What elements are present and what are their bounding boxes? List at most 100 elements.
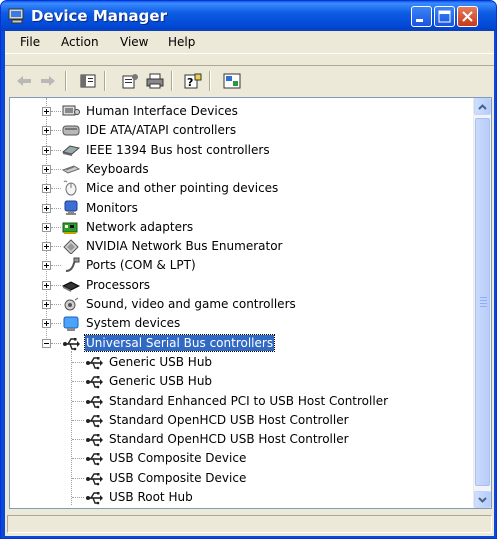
tree-item-label: Mice and other pointing devices [86, 181, 279, 196]
tree-item[interactable]: Mice and other pointing devices [10, 179, 470, 198]
expand-button[interactable] [42, 164, 51, 174]
tree-child-item[interactable]: USB Composite Device [10, 449, 470, 468]
usb-icon [86, 434, 103, 447]
tree-item-label: Keyboards [86, 161, 149, 176]
expand-button[interactable] [42, 126, 51, 136]
usb-icon [86, 414, 103, 428]
tree-child-item[interactable]: Standard OpenHCD USB Host Controller [10, 411, 470, 430]
tree-item[interactable]: Monitors [10, 199, 470, 218]
tree-item-label: Ports (COM & LPT) [86, 258, 196, 273]
menu-bar: File Action View Help [5, 31, 494, 54]
scroll-thumb[interactable] [475, 118, 490, 486]
tree-item[interactable]: Sound, video and game controllers [10, 295, 470, 314]
close-button[interactable] [457, 6, 478, 27]
tree-item[interactable]: System devices [10, 314, 470, 333]
toolbar-separator [65, 71, 67, 91]
usb-icon [63, 337, 80, 350]
tree-item[interactable]: Human Interface Devices [10, 102, 470, 121]
help-icon: ? [184, 73, 202, 89]
tree-connector [51, 284, 61, 286]
expand-button[interactable] [42, 300, 51, 309]
nvidia-bus-icon [63, 239, 79, 255]
chevron-up-icon [478, 103, 487, 110]
forward-button[interactable] [37, 71, 59, 91]
back-button[interactable] [13, 71, 35, 91]
expand-button[interactable] [42, 280, 51, 290]
expand-button[interactable] [42, 145, 51, 155]
tree-child-label: USB Composite Device [109, 470, 247, 485]
tree-child-item[interactable]: Generic USB Hub [10, 372, 470, 391]
device-manager-window: Device Manager File Action View Help ? H… [0, 0, 497, 539]
forward-icon [41, 76, 55, 86]
maximize-button[interactable] [434, 6, 455, 27]
menu-action[interactable]: Action [61, 35, 99, 49]
status-bar [5, 513, 494, 536]
device-tree[interactable]: Human Interface Devices IDE ATA/ATAPI con… [9, 97, 492, 509]
properties-button[interactable] [119, 71, 141, 91]
tree-item-label: IDE ATA/ATAPI controllers [86, 123, 237, 138]
menu-help[interactable]: Help [168, 35, 195, 49]
tree-item-label: Network adapters [86, 219, 194, 234]
tree-connector [51, 342, 61, 344]
scroll-grip [480, 300, 487, 301]
tree-connector [51, 323, 61, 325]
usb-icon [86, 472, 103, 485]
menu-file[interactable]: File [20, 35, 40, 49]
tree-item-label: System devices [86, 316, 181, 331]
tree-item-usb-controllers[interactable]: Universal Serial Bus controllers [10, 333, 470, 353]
expand-button[interactable] [42, 319, 51, 329]
expand-button[interactable] [42, 107, 51, 116]
minimize-icon [416, 19, 423, 22]
computer-icon [8, 8, 24, 24]
status-pane [7, 515, 492, 533]
ide-icon [62, 125, 80, 136]
expand-button[interactable] [42, 184, 51, 194]
tree-child-item[interactable]: Standard Enhanced PCI to USB Host Contro… [10, 392, 470, 411]
menu-view[interactable]: View [120, 35, 148, 49]
network-adapter-icon [62, 222, 78, 234]
tree-child-label: USB Composite Device [109, 451, 247, 466]
collapse-button[interactable] [42, 338, 51, 348]
tree-item[interactable]: IDE ATA/ATAPI controllers [10, 121, 470, 140]
minimize-button[interactable] [411, 6, 432, 27]
vertical-scrollbar[interactable] [473, 98, 491, 508]
scroll-grip [480, 297, 487, 298]
tree-child-item[interactable]: USB Root Hub [10, 488, 470, 507]
usb-icon [86, 453, 103, 466]
title-bar[interactable]: Device Manager [1, 1, 496, 31]
usb-icon [86, 492, 103, 505]
tree-child-item[interactable]: Standard OpenHCD USB Host Controller [10, 430, 470, 449]
tree-connector [51, 304, 61, 305]
tree-connector [51, 226, 61, 228]
scroll-down-button[interactable] [474, 491, 491, 508]
tree-connector [51, 149, 61, 151]
show-hide-tree-button[interactable] [77, 71, 99, 91]
scan-hardware-icon [223, 73, 241, 89]
tree-child-label: Standard OpenHCD USB Host Controller [109, 412, 349, 427]
expand-button[interactable] [42, 222, 51, 232]
tree-item[interactable]: NVIDIA Network Bus Enumerator [10, 237, 470, 256]
tree-child-item[interactable]: USB Composite Device [10, 469, 470, 488]
show-hide-tree-icon [80, 74, 96, 88]
scroll-grip [480, 306, 487, 307]
scroll-up-button[interactable] [474, 98, 491, 115]
tree-child-item[interactable]: Generic USB Hub [10, 353, 470, 372]
scan-hardware-button[interactable] [221, 71, 243, 91]
tree-item-label: Processors [86, 277, 151, 292]
tree-item-label: Human Interface Devices [86, 104, 238, 118]
tree-connector [51, 111, 61, 112]
help-button[interactable]: ? [182, 71, 204, 91]
tree-item[interactable]: IEEE 1394 Bus host controllers [10, 141, 470, 160]
expand-button[interactable] [42, 203, 51, 213]
tree-item[interactable]: Keyboards [10, 160, 470, 179]
print-button[interactable] [144, 71, 166, 91]
tree-connector [72, 381, 84, 383]
tree-item[interactable]: Processors [10, 276, 470, 295]
expand-button[interactable] [42, 242, 51, 252]
tree-connector [51, 188, 61, 190]
tree-item[interactable]: Network adapters [10, 218, 470, 237]
sound-icon [64, 297, 79, 311]
tree-item[interactable]: Ports (COM & LPT) [10, 256, 470, 275]
expand-button[interactable] [42, 261, 51, 271]
maximize-icon [438, 10, 451, 23]
